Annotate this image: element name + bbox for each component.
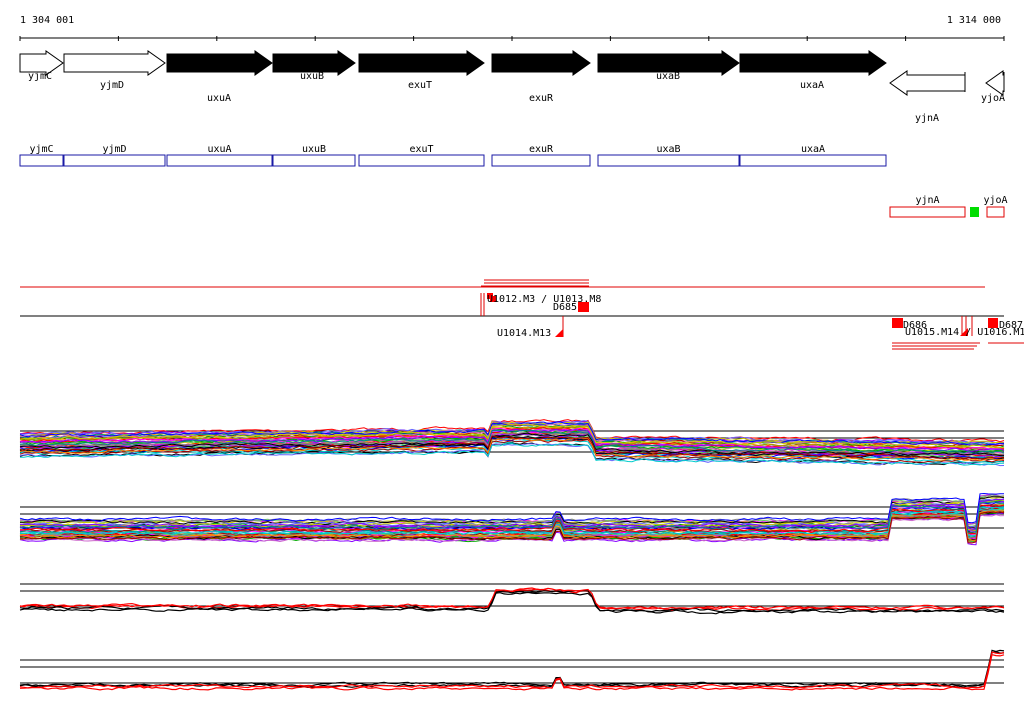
expression-panel-forward (19, 419, 1005, 467)
gene-label-yjoA: yjoA (981, 93, 1005, 104)
expression-panel-reverse (19, 492, 1005, 546)
expression-trace (19, 649, 1005, 688)
gene-label-yjnA: yjnA (915, 113, 939, 124)
gene-box-uxuA[interactable] (166, 154, 273, 167)
gene-arrow-yjnA[interactable] (889, 70, 966, 96)
gene-box-yjoA[interactable] (986, 206, 1005, 218)
gene-label-yjmD: yjmD (100, 80, 124, 91)
coordinate-ruler: 1 304 001 1 314 000 (19, 15, 1005, 41)
summary-panel-reverse (19, 649, 1005, 691)
gene-box-uxaA[interactable] (739, 154, 887, 167)
marker-glyph[interactable] (555, 329, 563, 337)
gene-box-label-uxaB: uxaB (656, 144, 680, 155)
gene-label-exuT: exuT (408, 80, 432, 91)
gene-box-label-yjoA: yjoA (983, 195, 1007, 206)
gene-arrow-yjmD[interactable] (63, 50, 166, 76)
gene-arrow-exuT[interactable] (358, 50, 485, 76)
gene-box-uxuB[interactable] (272, 154, 356, 167)
gene-box-label-exuT: exuT (409, 144, 433, 155)
gene-arrow-track: yjmC yjmD uxuA uxuB exuT exuR uxaB uxaA yjnA yjoA (19, 50, 1005, 124)
marker-label[interactable]: D687 (999, 320, 1023, 331)
gene-label-uxuA: uxuA (207, 93, 231, 104)
gene-arrow-uxuA[interactable] (166, 50, 273, 76)
gene-box-uxaB[interactable] (597, 154, 740, 167)
gene-box-label-yjmD: yjmD (102, 144, 126, 155)
gene-arrow-exuR[interactable] (491, 50, 591, 76)
gene-label-uxaA: uxaA (800, 80, 824, 91)
gene-box-yjnA[interactable] (889, 206, 966, 218)
gene-box-exuR[interactable] (491, 154, 591, 167)
expression-trace (19, 651, 1005, 689)
gene-box-exuT[interactable] (358, 154, 485, 167)
gene-box-track: yjmC yjmD uxuA uxuB exuT exuR uxaB uxaA yjnA yjoA (19, 144, 1008, 218)
gene-label-uxuB: uxuB (300, 71, 324, 82)
expression-trace (19, 498, 1005, 529)
genome-browser-view: 1 304 001 1 314 000 yjmC yjmD uxuA uxuB exuT… (0, 0, 1024, 714)
gene-box-label-uxaA: uxaA (801, 144, 825, 155)
gene-arrow-uxaA[interactable] (739, 50, 887, 76)
gene-label-yjmC: yjmC (28, 71, 52, 82)
gene-box-yjmD[interactable] (63, 154, 166, 167)
start-coordinate-label: 1 304 001 (20, 15, 74, 26)
marker-glyph[interactable] (578, 302, 589, 312)
gene-label-exuR: exuR (529, 93, 554, 104)
gene-box-yjmC[interactable] (19, 154, 64, 167)
gene-box-label-yjnA: yjnA (915, 195, 939, 206)
feature-marker-track: U1012.M3 / U1013.M8 D685 U1014.M13 D686 … (20, 279, 1024, 350)
gene-arrow-yjoA[interactable] (985, 70, 1005, 96)
gene-box-label-yjmC: yjmC (29, 144, 53, 155)
marker-glyph[interactable] (892, 318, 903, 328)
green-feature-box[interactable] (970, 207, 979, 217)
marker-label[interactable]: U1014.M13 (497, 328, 551, 339)
gene-box-label-exuR: exuR (529, 144, 554, 155)
end-coordinate-label: 1 314 000 (947, 15, 1001, 26)
summary-panel-forward (19, 583, 1005, 615)
gene-box-label-uxuB: uxuB (302, 144, 326, 155)
marker-label[interactable]: D685 (553, 302, 577, 313)
gene-box-label-uxuA: uxuA (207, 144, 231, 155)
marker-glyph[interactable] (988, 318, 998, 328)
expression-trace (19, 492, 1004, 524)
gene-label-uxaB: uxaB (656, 71, 680, 82)
